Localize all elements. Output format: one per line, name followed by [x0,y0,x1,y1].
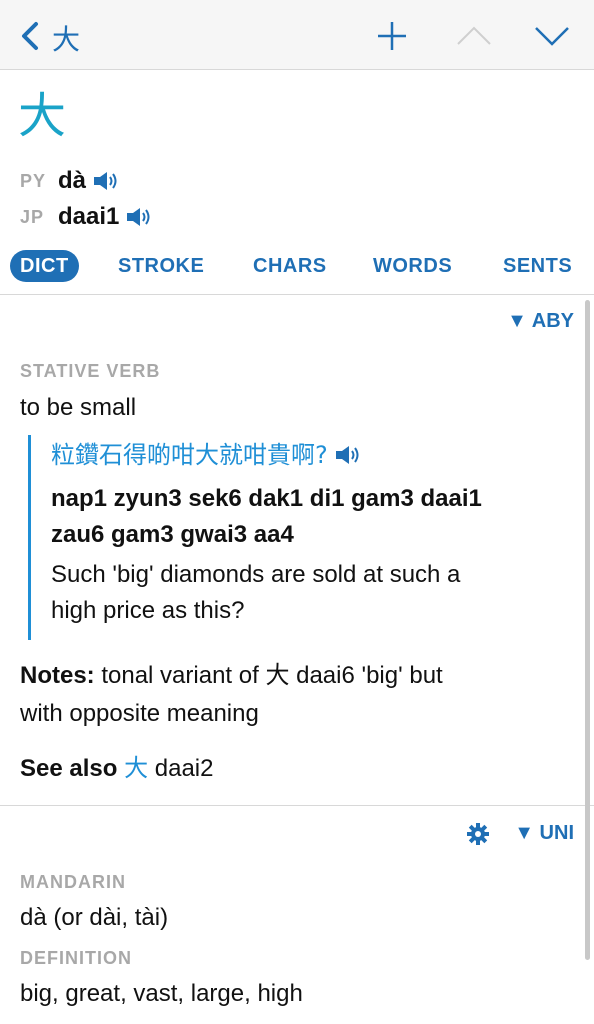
jyutping-value: daai1 [58,203,120,230]
previous-entry-button[interactable] [454,16,494,56]
mandarin-value: dà (or dài, tài) [20,904,169,931]
mandarin-label: MANDARIN [20,872,126,892]
notes-character: 大 [265,661,290,689]
reading-tag: JP [20,206,45,227]
entry-header: 大 PY dà JP daai1 DICT STROKE CHARS WORDS… [0,70,594,295]
tab-bar: DICT STROKE CHARS WORDS SENTS [0,250,594,286]
example-jyutping-line: nap1 zyun3 sek6 dak1 di1 gam3 daai1 [51,485,482,512]
speaker-icon[interactable] [125,205,153,229]
next-entry-button[interactable] [532,16,572,56]
back-button[interactable] [12,16,52,56]
tab-chars[interactable]: CHARS [253,250,327,282]
gear-icon[interactable] [466,822,490,846]
page-title: 大 [52,23,81,56]
see-also-link[interactable]: 大 [124,754,148,782]
example-chinese: 粒鑽石得啲咁大就咁貴啊? [51,441,328,469]
chevron-up-icon [457,26,491,45]
notes-label: Notes: [20,662,95,689]
back-chevron-icon [22,22,38,50]
see-also-label: See also [20,755,118,782]
scrollbar[interactable] [585,300,590,960]
part-of-speech-label: STATIVE VERB [20,361,161,381]
example-english-line: Such 'big' diamonds are sold at such a [51,561,461,588]
plus-icon [378,22,406,50]
see-also-reading: daai2 [154,755,214,782]
example-jyutping: nap1 zyun3 sek6 dak1 di1 gam3 daai1 zau6… [51,481,568,553]
chevron-down-icon [535,27,569,46]
notes-line: with opposite meaning [20,700,259,727]
pinyin-value: dà [58,167,87,194]
source-selector-uni[interactable]: ▼ UNI [514,822,574,845]
reading-tag: PY [20,170,47,191]
speaker-icon[interactable] [334,443,362,467]
example-english-line: high price as this? [51,597,245,624]
see-also-row: See also 大 daai2 [20,749,580,788]
source-selector-aby[interactable]: ▼ ABY [507,310,574,333]
jyutping-row: JP daai1 [20,202,153,232]
add-button[interactable] [372,16,412,56]
definition-text: to be small [20,394,137,421]
tab-dict[interactable]: DICT [10,250,79,282]
notes-block: Notes: tonal variant of 大 daai6 'big' bu… [20,656,580,788]
tab-words[interactable]: WORDS [373,250,452,282]
example-chinese-row: 粒鑽石得啲咁大就咁貴啊? [51,435,568,475]
example-jyutping-line: zau6 gam3 gwai3 aa4 [51,521,294,548]
top-bar: 大 [0,0,594,70]
section-divider [0,805,594,806]
example-block: 粒鑽石得啲咁大就咁貴啊? nap1 zyun3 sek6 dak1 di1 ga… [28,435,568,640]
definition-label: DEFINITION [20,948,132,968]
speaker-icon[interactable] [92,169,120,193]
notes-text: daai6 'big' but [289,662,443,689]
tab-stroke[interactable]: STROKE [118,250,204,282]
pinyin-row: PY dà [20,166,120,196]
notes-text: tonal variant of [94,662,266,689]
tab-sents[interactable]: SENTS [503,250,572,282]
notes-line: Notes: tonal variant of 大 daai6 'big' bu… [20,656,580,695]
headword-character: 大 [18,88,67,144]
definition-value: big, great, vast, large, high [20,980,303,1007]
example-english: Such 'big' diamonds are sold at such a h… [51,557,568,629]
